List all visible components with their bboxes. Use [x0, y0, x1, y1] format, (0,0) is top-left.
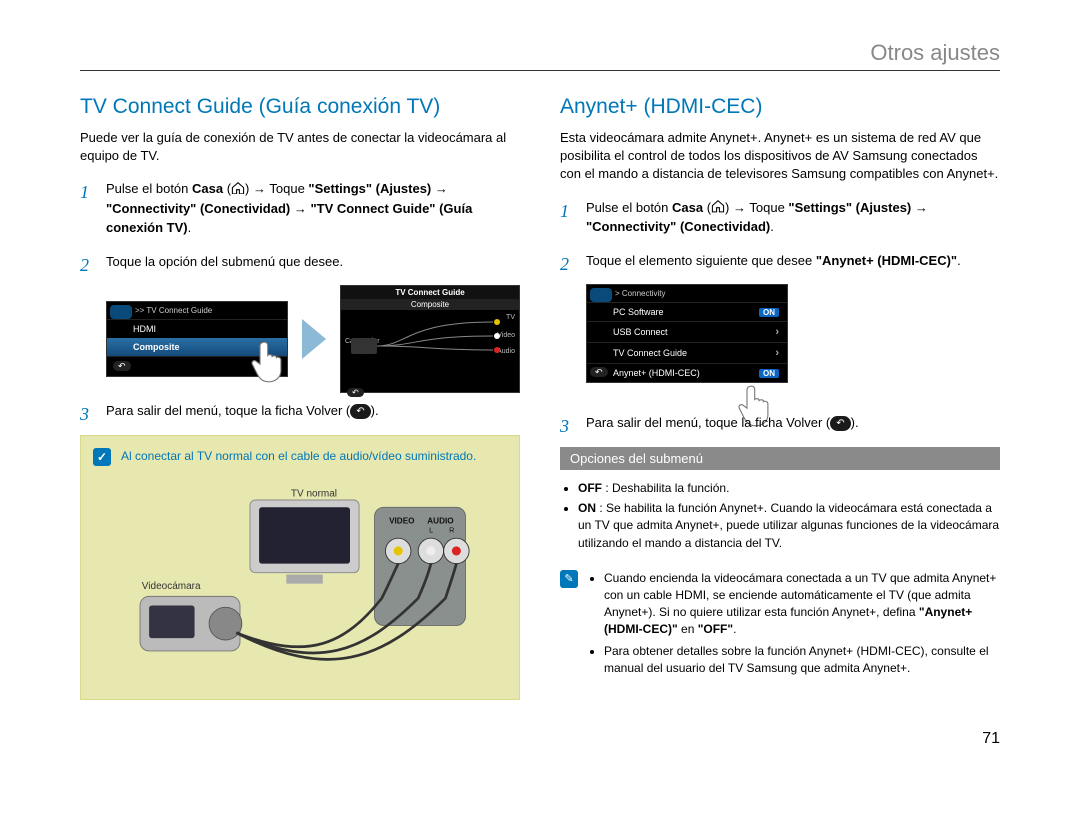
list-item-hdmi: HDMI [107, 319, 287, 338]
note-icon: ✓ [93, 448, 111, 466]
info-item-2: Para obtener detalles sobre la función A… [604, 643, 1000, 677]
home-icon [231, 180, 245, 192]
on-badge: ON [759, 369, 779, 378]
left-column: TV Connect Guide (Guía conexión TV) Pued… [80, 95, 520, 700]
touch-hand-icon [249, 340, 293, 384]
chevron-right-icon: › [775, 347, 779, 359]
audio-r-label: R [449, 526, 454, 535]
info-icon: ✎ [560, 570, 578, 588]
cam-label: Videocámara [142, 581, 201, 592]
chevron-right-icon: › [775, 326, 779, 338]
screen-composite-diagram: TV Connect Guide Composite Camcorder TV … [340, 285, 520, 393]
info-block: ✎ Cuando encienda la videocámara conecta… [560, 570, 1000, 683]
right-step-1: Pulse el botón Casa () → Toque "Settings… [560, 198, 1000, 237]
divider [80, 70, 1000, 71]
info-item-1: Cuando encienda la videocámara conectada… [604, 570, 1000, 637]
list-item-pc-software: PC SoftwareON [587, 302, 787, 321]
tv-label: TV normal [291, 488, 337, 499]
right-screen-wrap: > Connectivity PC SoftwareON USB Connect… [586, 284, 1000, 383]
connection-illustration: TV normal Videocámara VIDEO AUDIO L [93, 480, 507, 680]
arrow-right-icon [302, 319, 326, 359]
page-section-title: Otros ajustes [80, 40, 1000, 66]
video-label: VIDEO [389, 517, 415, 526]
list-item-anynet: Anynet+ (HDMI-CEC) [613, 368, 700, 378]
submenu-options-head: Opciones del submenú [560, 447, 1000, 470]
option-on: ON : Se habilita la función Anynet+. Cua… [578, 500, 1000, 552]
option-off: OFF : Deshabilita la función. [578, 480, 1000, 497]
list-item-tv-connect-guide: TV Connect Guide› [587, 342, 787, 363]
back-icon: ↶ [830, 416, 850, 431]
settings-icon [590, 288, 612, 302]
note-box: ✓ Al conectar al TV normal con el cable … [80, 435, 520, 700]
right-step-2: Toque el elemento siguiente que desee "A… [560, 251, 1000, 271]
right-intro: Esta videocámara admite Anynet+. Anynet+… [560, 129, 1000, 184]
left-screens: >> TV Connect Guide HDMI Composite ↶ TV … [106, 285, 520, 393]
note-text: Al conectar al TV normal con el cable de… [121, 448, 476, 466]
tv-icon [110, 305, 132, 319]
right-step-3: Para salir del menú, toque la ficha Volv… [560, 413, 1000, 433]
audio-label: AUDIO [427, 517, 454, 526]
screen-tv-connect-list: >> TV Connect Guide HDMI Composite ↶ [106, 301, 288, 377]
page-number: 71 [80, 730, 1000, 748]
back-icon: ↶ [113, 361, 131, 371]
back-icon: ↶ [590, 367, 608, 378]
back-icon: ↶ [347, 388, 364, 397]
list-item-usb-connect: USB Connect› [587, 321, 787, 342]
left-step-2: Toque la opción del submenú que desee. [80, 252, 520, 272]
audio-l-label: L [429, 526, 433, 535]
on-badge: ON [759, 308, 779, 317]
screen-connectivity: > Connectivity PC SoftwareON USB Connect… [586, 284, 788, 383]
right-column: Anynet+ (HDMI-CEC) Esta videocámara admi… [560, 95, 1000, 700]
left-step-3: Para salir del menú, toque la ficha Volv… [80, 401, 520, 421]
submenu-options-list: OFF : Deshabilita la función. ON : Se ha… [578, 480, 1000, 553]
back-icon: ↶ [350, 404, 370, 419]
home-icon [711, 199, 725, 211]
right-heading: Anynet+ (HDMI-CEC) [560, 95, 1000, 119]
left-step-1: Pulse el botón Casa () → Toque "Settings… [80, 179, 520, 238]
left-heading: TV Connect Guide (Guía conexión TV) [80, 95, 520, 119]
left-intro: Puede ver la guía de conexión de TV ante… [80, 129, 520, 165]
